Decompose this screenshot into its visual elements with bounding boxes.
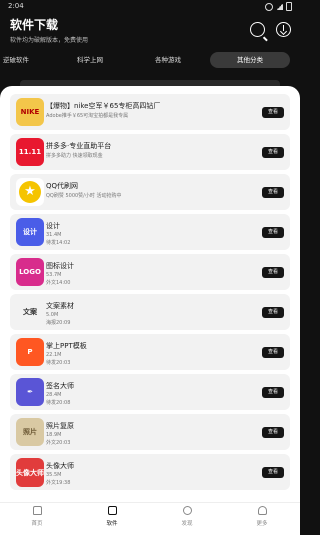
- item-name: 文案素材: [46, 302, 74, 310]
- list-item[interactable]: 11.11 拼多多·专业直助平台 拼多多助力 快速领取现金 查看: [10, 134, 290, 170]
- battery-icon: [286, 2, 292, 11]
- item-name: 掌上PPT模板: [46, 342, 87, 350]
- category-tabs: 逆破软件 科学上网 各种游戏 其他分类: [0, 52, 300, 70]
- home-icon: [32, 506, 42, 515]
- view-button[interactable]: 查看: [262, 467, 284, 478]
- star-glyph: ★: [19, 181, 41, 203]
- item-desc: QQ刷赞 5000赞/小时 活动抢购中: [46, 193, 122, 199]
- item-desc: Adobe推手￥65可淘宝拍都是我专属: [46, 113, 129, 119]
- search-icon[interactable]: [250, 22, 265, 37]
- tab-games[interactable]: 各种游戏: [140, 52, 196, 68]
- list-item[interactable]: NIKE 【爆物】nike空军￥65专柜高四钻厂 Adobe推手￥65可淘宝拍都…: [10, 94, 290, 130]
- list-item[interactable]: 文案 文案素材 5.0M 海报20:09 查看: [10, 294, 290, 330]
- tab-vpn[interactable]: 科学上网: [62, 52, 118, 68]
- item-size: 31.4M: [46, 232, 62, 238]
- tab-other[interactable]: 其他分类: [210, 52, 290, 68]
- compass-icon: [182, 506, 192, 515]
- item-size: 22.1M: [46, 352, 62, 358]
- view-button[interactable]: 查看: [262, 107, 284, 118]
- nav-label: 发现: [181, 521, 193, 527]
- text-icon: 文案: [16, 298, 44, 326]
- status-bar: 2:04: [0, 0, 300, 12]
- pinduoduo-icon: 11.11: [16, 138, 44, 166]
- nike-icon: NIKE: [16, 98, 44, 126]
- item-time: 待发14:02: [46, 240, 71, 246]
- item-time: 外文20:03: [46, 440, 71, 446]
- bottom-nav: 首页 软件 发现 更多: [0, 502, 300, 535]
- item-name: 拼多多·专业直助平台: [46, 142, 112, 150]
- ppt-icon: P: [16, 338, 44, 366]
- view-button[interactable]: 查看: [262, 387, 284, 398]
- item-desc: 拼多多助力 快速领取现金: [46, 153, 103, 159]
- nav-software[interactable]: 软件: [87, 506, 137, 527]
- item-time: 待发20:03: [46, 360, 71, 366]
- item-size: 28.4M: [46, 392, 62, 398]
- item-size: 18.9M: [46, 432, 62, 438]
- nav-discover[interactable]: 发现: [162, 506, 212, 527]
- star-icon: ★: [16, 178, 44, 206]
- page-header: 软件下载 软件均为破解版本，免费使用: [10, 16, 88, 44]
- nav-label: 软件: [106, 521, 118, 527]
- view-button[interactable]: 查看: [262, 427, 284, 438]
- item-name: 签名大师: [46, 382, 74, 390]
- nav-home[interactable]: 首页: [12, 506, 62, 527]
- view-button[interactable]: 查看: [262, 267, 284, 278]
- box-icon: [107, 506, 117, 515]
- photo-icon: 照片: [16, 418, 44, 446]
- list-item[interactable]: LOGO 图标设计 53.7M 外文14:00 查看: [10, 254, 290, 290]
- list-item[interactable]: 设计 设计 31.4M 待发14:02 查看: [10, 214, 290, 250]
- signal-icon: [276, 3, 283, 10]
- avatar-icon: 头像大师: [16, 458, 44, 487]
- item-time: 海报20:09: [46, 320, 71, 326]
- item-name: 图标设计: [46, 262, 74, 270]
- status-time: 2:04: [8, 2, 24, 10]
- item-size: 5.0M: [46, 312, 59, 318]
- item-time: 外文14:00: [46, 280, 71, 286]
- view-button[interactable]: 查看: [262, 227, 284, 238]
- tab-cracked-software[interactable]: 逆破软件: [0, 52, 38, 68]
- list-item[interactable]: 头像大师 头像大师 35.5M 外文19:38 查看: [10, 454, 290, 490]
- nav-label: 更多: [256, 521, 268, 527]
- item-name: 照片复原: [46, 422, 74, 430]
- view-button[interactable]: 查看: [262, 147, 284, 158]
- item-size: 35.5M: [46, 472, 62, 478]
- item-size: 53.7M: [46, 272, 62, 278]
- design-icon: 设计: [16, 218, 44, 246]
- nav-more[interactable]: 更多: [237, 506, 287, 527]
- item-time: 外文19:38: [46, 480, 71, 486]
- view-button[interactable]: 查看: [262, 347, 284, 358]
- download-icon[interactable]: [276, 22, 291, 37]
- list-item[interactable]: ★ QQ代刷网 QQ刷赞 5000赞/小时 活动抢购中 查看: [10, 174, 290, 210]
- page-subtitle: 软件均为破解版本，免费使用: [10, 37, 89, 44]
- view-button[interactable]: 查看: [262, 307, 284, 318]
- pen-icon: ✒: [16, 378, 44, 406]
- item-name: 头像大师: [46, 462, 74, 470]
- settings-status-icon: [265, 2, 273, 11]
- item-name: 【爆物】nike空军￥65专柜高四钻厂: [46, 102, 161, 110]
- view-button[interactable]: 查看: [262, 187, 284, 198]
- status-icons: [265, 2, 292, 11]
- item-time: 待发20:08: [46, 400, 71, 406]
- item-name: QQ代刷网: [46, 182, 79, 190]
- list-item[interactable]: P 掌上PPT模板 22.1M 待发20:03 查看: [10, 334, 290, 370]
- page-title: 软件下载: [10, 18, 59, 32]
- item-name: 设计: [46, 222, 60, 230]
- user-icon: [257, 506, 267, 515]
- list-item[interactable]: 照片 照片复原 18.9M 外文20:03 查看: [10, 414, 290, 450]
- software-list: NIKE 【爆物】nike空军￥65专柜高四钻厂 Adobe推手￥65可淘宝拍都…: [10, 94, 290, 494]
- logo-icon: LOGO: [16, 258, 44, 286]
- nav-label: 首页: [31, 521, 43, 527]
- list-item[interactable]: ✒ 签名大师 28.4M 待发20:08 查看: [10, 374, 290, 410]
